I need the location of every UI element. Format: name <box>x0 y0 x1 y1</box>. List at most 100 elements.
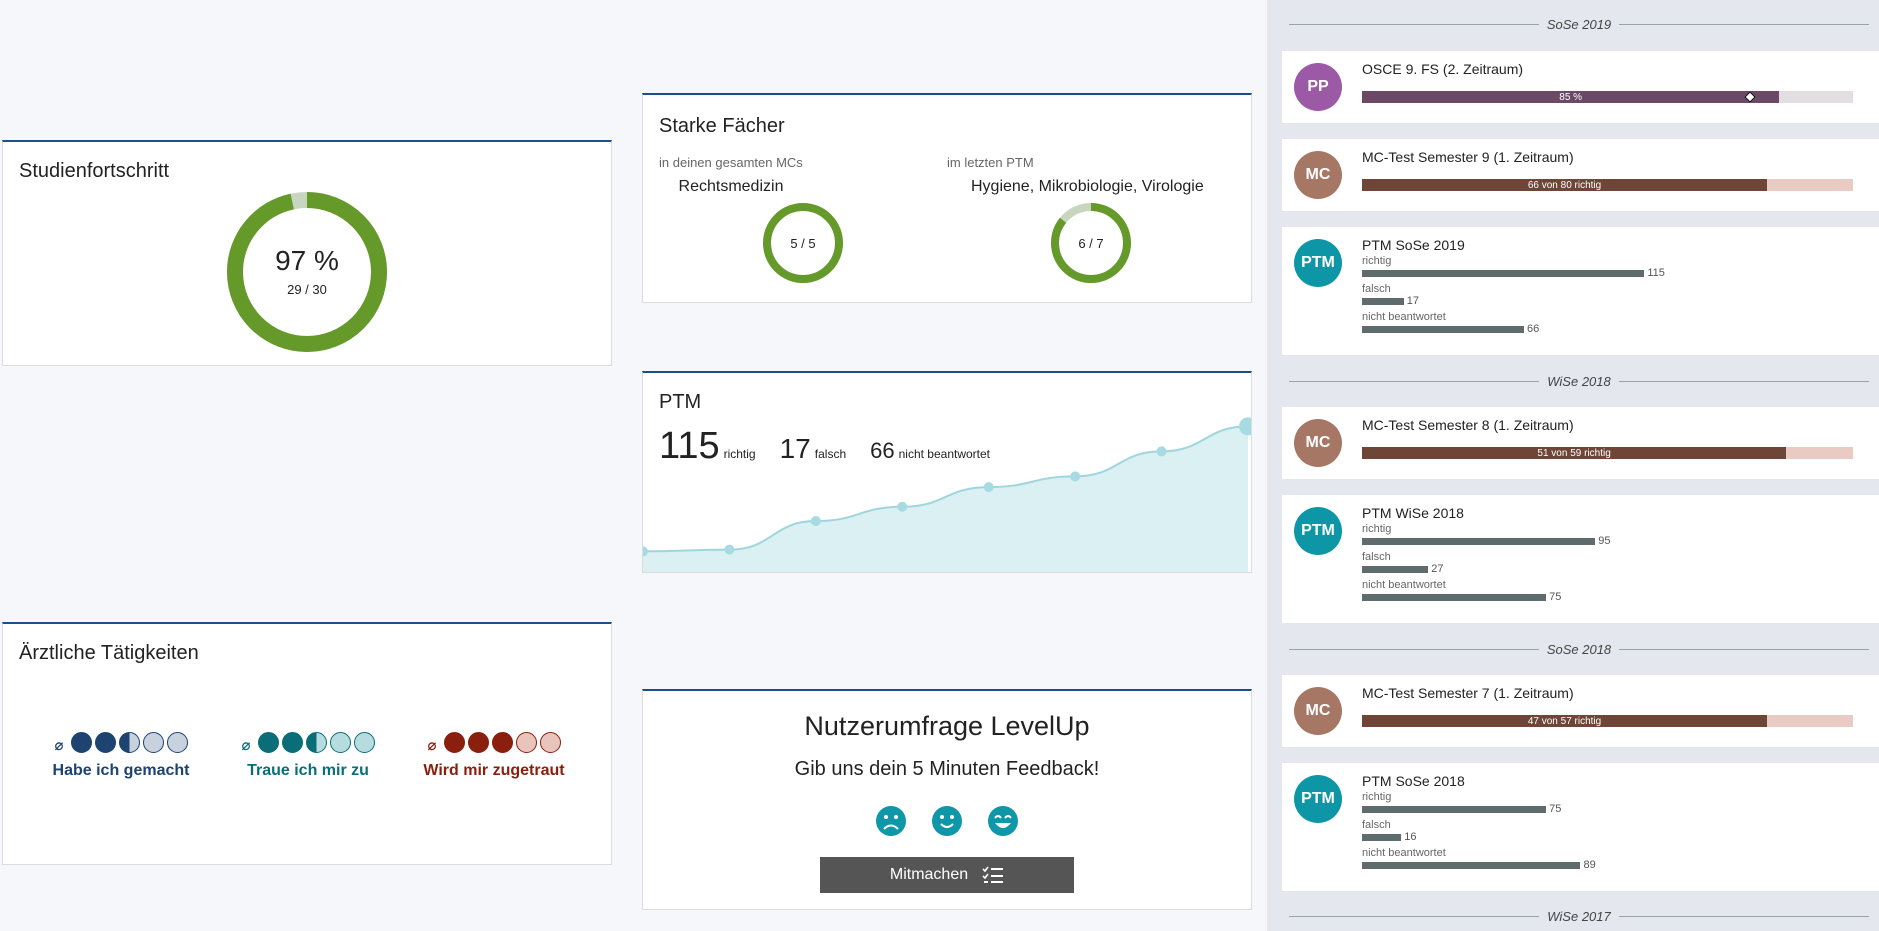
ptm-row-value: 115 <box>1647 267 1665 279</box>
rating-dot <box>443 731 465 753</box>
result-entry[interactable]: MC MC-Test Semester 8 (1. Zeitraum) 51 von… <box>1282 407 1879 479</box>
activities-title: Ärztliche Tätigkeiten <box>19 642 199 664</box>
result-entry[interactable]: PTM PTM SoSe 2019 richtig 115 falsch 17 nicht … <box>1282 227 1879 355</box>
semester-separator: SoSe 2019 <box>1289 14 1869 34</box>
sad-face-icon[interactable] <box>875 805 907 837</box>
ptm-row-bar <box>1362 270 1645 277</box>
result-entry[interactable]: MC MC-Test Semester 9 (1. Zeitraum) 66 von… <box>1282 139 1879 211</box>
result-bar: 66 von 80 richtig <box>1362 179 1853 191</box>
result-title: MC-Test Semester 9 (1. Zeitraum) <box>1362 149 1574 165</box>
ptm-row-bar <box>1362 326 1525 333</box>
activity-label: Traue ich mir zu <box>247 762 369 779</box>
ptm-row-value: 75 <box>1549 591 1562 603</box>
activity-group[interactable]: ⌀ Traue ich mir zu <box>208 730 408 780</box>
result-avatar: PTM <box>1294 507 1342 555</box>
strong-subjects-card: Starke Fächer in deinen gesamten MCs Rec… <box>642 93 1252 303</box>
survey-subtitle: Gib uns dein 5 Minuten Feedback! <box>794 758 1100 780</box>
result-entry[interactable]: PTM PTM SoSe 2018 richtig 75 falsch 16 nicht b… <box>1282 763 1879 891</box>
strong-left-subject: Rechtsmedizin <box>678 178 784 195</box>
ptm-wrong-value: 17 <box>779 433 811 464</box>
strong-right-ratio: 6 / 7 <box>1078 236 1103 251</box>
ptm-row-bar <box>1362 566 1429 573</box>
ptm-row-label: nicht beantwortet <box>1362 579 1446 591</box>
ptm-row-value: 89 <box>1583 859 1596 871</box>
strong-right-sub: im letzten PTM <box>947 155 1034 170</box>
ptm-row-bar <box>1362 806 1547 813</box>
activity-label: Habe ich gemacht <box>52 762 190 779</box>
ptm-row-bar <box>1362 834 1402 841</box>
ptm-row-bar <box>1362 298 1404 305</box>
rating-dot <box>467 731 489 753</box>
rating-dot <box>118 731 140 753</box>
activity-group[interactable]: ⌀ Habe ich gemacht <box>21 730 221 780</box>
survey-smileys <box>643 805 1251 837</box>
strong-right-subject: Hygiene, Mikrobiologie, Virologie <box>971 178 1204 195</box>
ptm-area-chart <box>643 417 1251 572</box>
result-bar-fill: 66 von 80 richtig <box>1362 179 1768 191</box>
rating-dot <box>142 731 164 753</box>
ptm-row-bar <box>1362 538 1596 545</box>
result-entry[interactable]: PP OSCE 9. FS (2. Zeitraum) 85 % <box>1282 51 1879 123</box>
ptm-row-label: falsch <box>1362 283 1391 295</box>
result-bar-fill: 47 von 57 richtig <box>1362 715 1768 727</box>
survey-participate-button[interactable]: Mitmachen <box>820 857 1074 893</box>
ptm-row-value: 95 <box>1598 535 1611 547</box>
result-bar: 51 von 59 richtig <box>1362 447 1853 459</box>
ptm-row-label: richtig <box>1362 791 1392 803</box>
ptm-data-point[interactable] <box>1070 471 1081 482</box>
progress-donut: 97 % 29 / 30 <box>227 192 387 352</box>
result-bar: 85 % <box>1362 91 1853 103</box>
ptm-data-point[interactable] <box>724 544 735 555</box>
progress-title: Studienfortschritt <box>19 160 170 182</box>
average-icon: ⌀ <box>241 737 251 754</box>
ptm-data-point[interactable] <box>983 482 994 493</box>
ptm-unanswered-value: 66 <box>870 438 895 463</box>
result-entry[interactable]: MC MC-Test Semester 7 (1. Zeitraum) 47 von… <box>1282 675 1879 747</box>
ptm-row-value: 16 <box>1404 831 1417 843</box>
ptm-data-point[interactable] <box>897 501 908 512</box>
ptm-card[interactable]: PTM 115 richtig 17 falsch 66 nicht beantwor… <box>642 371 1252 573</box>
strong-right: im letzten PTM Hygiene, Mikrobiologie, V… <box>947 155 1237 284</box>
strong-left-sub: in deinen gesamten MCs <box>659 155 803 170</box>
rating-dot <box>94 731 116 753</box>
strong-right-donut: 6 / 7 <box>1051 203 1131 283</box>
result-title: PTM SoSe 2018 <box>1362 773 1465 789</box>
ptm-data-point[interactable] <box>810 516 821 527</box>
ptm-row-value: 75 <box>1549 803 1562 815</box>
neutral-smile-icon[interactable] <box>931 805 963 837</box>
result-avatar: MC <box>1294 151 1342 199</box>
rating-dot <box>257 731 279 753</box>
result-avatar: PTM <box>1294 775 1342 823</box>
ptm-row-value: 17 <box>1406 295 1419 307</box>
average-icon: ⌀ <box>427 737 437 754</box>
strong-title: Starke Fächer <box>659 115 785 137</box>
semester-label: WiSe 2017 <box>1547 908 1611 924</box>
ptm-data-point[interactable] <box>1156 446 1167 457</box>
ptm-row-bar <box>1362 862 1581 869</box>
result-avatar: PTM <box>1294 239 1342 287</box>
survey-title: Nutzerumfrage LevelUp <box>804 711 1090 741</box>
result-bar-fill: 85 % <box>1362 91 1780 103</box>
ptm-wrong-label: falsch <box>814 447 847 461</box>
ptm-row-value: 27 <box>1431 563 1444 575</box>
rating-dot <box>166 731 188 753</box>
ptm-row-bar <box>1362 594 1547 601</box>
ptm-stats: 115 richtig 17 falsch 66 nicht beantwortet <box>659 425 990 468</box>
activity-group[interactable]: ⌀ Wird mir zugetraut <box>394 730 594 780</box>
semester-separator: WiSe 2017 <box>1289 906 1870 926</box>
rating-dot <box>539 731 561 753</box>
result-entry[interactable]: PTM PTM WiSe 2018 richtig 95 falsch 27 nicht b… <box>1282 495 1879 623</box>
progress-percent: 97 % <box>275 245 339 276</box>
rating-dot <box>329 731 351 753</box>
result-avatar: MC <box>1294 687 1342 735</box>
survey-button-label: Mitmachen <box>889 866 969 883</box>
results-timeline[interactable]: SoSe 2019 WiSe 2018 SoSe 2018 WiSe 2017 PP OS… <box>1267 0 1879 931</box>
activity-label: Wird mir zugetraut <box>423 762 565 779</box>
ptm-row-label: nicht beantwortet <box>1362 311 1446 323</box>
semester-separator: SoSe 2018 <box>1289 639 1869 659</box>
average-icon: ⌀ <box>54 737 64 754</box>
happy-face-icon[interactable] <box>987 805 1019 837</box>
rating-dot <box>515 731 537 753</box>
checklist-icon <box>982 866 1004 883</box>
progress-card: Studienfortschritt 97 % 29 / 30 <box>2 140 612 366</box>
